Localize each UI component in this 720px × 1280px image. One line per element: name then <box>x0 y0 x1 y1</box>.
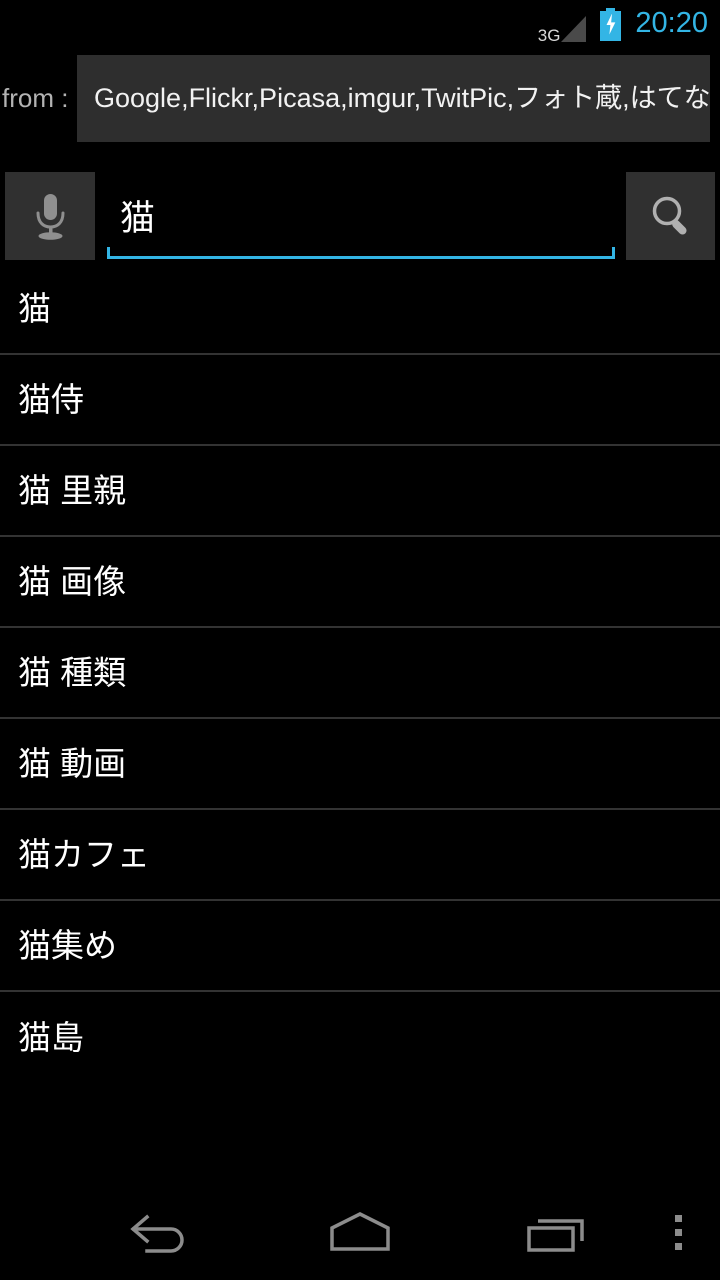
suggestion-label: 猫侍 <box>18 381 84 418</box>
list-item[interactable]: 猫 画像 <box>0 537 720 628</box>
suggestion-label: 猫カフェ <box>18 836 150 873</box>
suggestion-label: 猫 種類 <box>18 654 127 691</box>
menu-dot <box>674 1228 682 1236</box>
network-type-label: 3G <box>537 26 561 45</box>
microphone-icon <box>36 194 65 240</box>
suggestion-label: 猫集め <box>18 927 117 964</box>
search-input-wrapper[interactable]: 猫 <box>107 172 615 264</box>
search-input[interactable]: 猫 <box>120 201 155 236</box>
list-item[interactable]: 猫 里親 <box>0 446 720 537</box>
nav-overflow-menu-button[interactable] <box>650 1184 706 1280</box>
list-item[interactable]: 猫島 <box>0 992 720 1083</box>
nav-home-button[interactable] <box>300 1184 420 1280</box>
suggestion-label: 猫 動画 <box>18 745 127 782</box>
menu-dot <box>674 1242 682 1250</box>
status-bar: 3G 20:20 <box>0 0 720 48</box>
list-item[interactable]: 猫侍 <box>0 355 720 446</box>
suggestion-label: 猫島 <box>18 1019 84 1056</box>
source-selector-value: Google,Flickr,Picasa,imgur,TwitPic,フォト蔵,… <box>94 82 710 113</box>
suggestion-label: 猫 <box>18 290 51 327</box>
search-row: 猫 <box>0 172 720 264</box>
battery-charging-icon <box>600 7 622 41</box>
source-selector[interactable]: Google,Flickr,Picasa,imgur,TwitPic,フォト蔵,… <box>77 55 710 142</box>
recents-icon <box>527 1219 584 1252</box>
list-item[interactable]: 猫 <box>0 264 720 355</box>
menu-dot <box>674 1214 682 1222</box>
list-item[interactable]: 猫集め <box>0 901 720 992</box>
search-input-underline <box>107 247 615 259</box>
overflow-menu-icon <box>674 1214 682 1250</box>
voice-search-button[interactable] <box>5 172 95 260</box>
list-item[interactable]: 猫 動画 <box>0 719 720 810</box>
home-icon <box>330 1212 390 1251</box>
navigation-bar <box>0 1184 720 1280</box>
nav-recents-button[interactable] <box>500 1184 620 1280</box>
signal-indicator: 3G <box>537 7 587 45</box>
list-item[interactable]: 猫カフェ <box>0 810 720 901</box>
suggestion-label: 猫 里親 <box>18 472 127 509</box>
source-row: from : Google,Flickr,Picasa,imgur,TwitPi… <box>0 55 720 142</box>
list-item[interactable]: 猫 種類 <box>0 628 720 719</box>
search-suggestions-list: 猫 猫侍 猫 里親 猫 画像 猫 種類 猫 動画 猫カフェ 猫集め 猫島 <box>0 264 720 1083</box>
status-bar-clock: 20:20 <box>635 6 708 39</box>
nav-back-button[interactable] <box>100 1184 220 1280</box>
magnifier-icon <box>652 196 687 235</box>
suggestion-label: 猫 画像 <box>18 563 127 600</box>
signal-triangle-icon <box>561 16 587 42</box>
search-submit-button[interactable] <box>626 172 715 260</box>
source-label: from : <box>2 83 69 113</box>
back-arrow-icon <box>130 1214 184 1253</box>
